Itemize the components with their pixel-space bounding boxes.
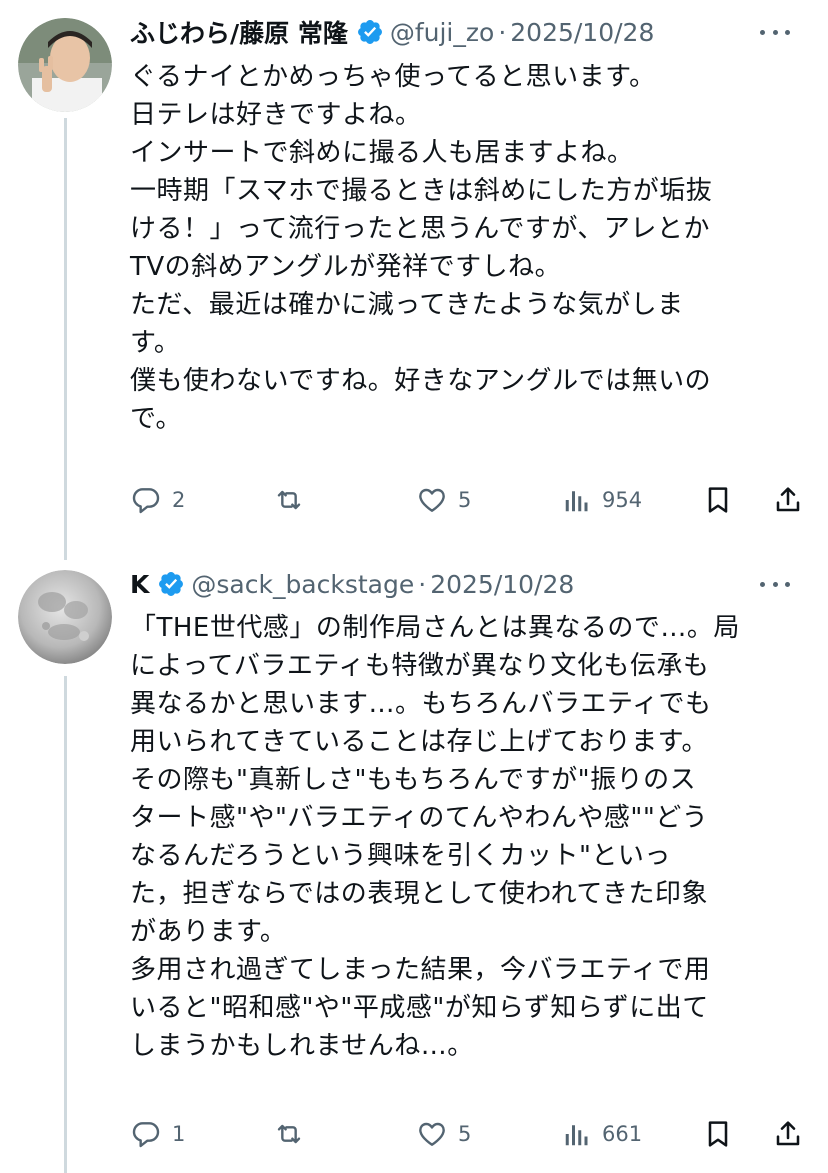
heart-icon — [419, 1122, 445, 1146]
like-count: 5 — [458, 488, 472, 512]
tweet-text-line: 「THE世代感」の制作局さんとは異なるので…。局 — [130, 613, 740, 643]
more-dots-icon[interactable] — [760, 20, 790, 44]
tweet-header: ふじわら/藤原 常隆 @fuji_zo · 2025/10/28 — [130, 12, 810, 52]
views-button[interactable]: 661 — [562, 1114, 642, 1154]
display-name[interactable]: K — [130, 570, 149, 599]
more-dots-icon[interactable] — [760, 572, 790, 596]
tweet-actions: 2 5 954 — [130, 480, 808, 520]
tweet-text-line: なるんだろうという興味を引くカット"といっ — [130, 841, 671, 871]
tweet-text-line: ただ、最近は確かに減ってきたような気がしま — [130, 290, 684, 320]
like-button[interactable]: 5 — [416, 1114, 471, 1154]
tweet-text-line: しまうかもしれませんね…。 — [130, 1031, 474, 1061]
share-icon — [776, 487, 800, 512]
reply-icon — [132, 1122, 160, 1148]
tweet-text-line: 僕も使わないですね。好きなアングルでは無いの — [130, 366, 712, 396]
user-handle[interactable]: @fuji_zo — [390, 18, 494, 47]
tweet-text-line: インサートで斜めに撮る人も居ますよね。 — [130, 138, 634, 168]
tweet-text: ぐるナイとかめっちゃ使ってると思います。 日テレは好きですよね。 インサートで斜… — [130, 58, 798, 438]
views-chart-icon — [565, 491, 588, 512]
verified-badge-icon — [157, 570, 185, 598]
timestamp[interactable]: 2025/10/28 — [430, 570, 574, 599]
avatar[interactable] — [18, 570, 112, 664]
tweet[interactable]: ふじわら/藤原 常隆 @fuji_zo · 2025/10/28 ぐるナイとかめ… — [0, 0, 828, 560]
tweet-text-line: 日テレは好きですよね。 — [130, 100, 422, 130]
tweet-text-line: タート感"や"バラエティのてんやわんや感""どう — [130, 803, 709, 833]
separator-dot: · — [498, 17, 507, 47]
bookmark-button[interactable] — [702, 480, 734, 520]
tweet-text-line: ける！」って流行ったと思うんですが、アレとか — [130, 214, 710, 244]
timestamp[interactable]: 2025/10/28 — [510, 18, 654, 47]
retweet-icon — [277, 1124, 301, 1144]
views-chart-icon — [565, 1125, 588, 1146]
like-count: 5 — [458, 1122, 472, 1146]
bookmark-button[interactable] — [702, 1114, 734, 1154]
tweet-header: K @sack_backstage · 2025/10/28 — [130, 564, 810, 604]
tweet-text-line: た，担ぎならではの表現として使われてきた印象 — [130, 879, 709, 909]
tweet-text-line: 多用され過ぎてしまった結果，今バラエティで用 — [130, 955, 711, 985]
separator-dot: · — [418, 569, 427, 599]
share-button[interactable] — [772, 480, 804, 520]
views-button[interactable]: 954 — [562, 480, 642, 520]
tweet-text-line: 一時期「スマホで撮るときは斜めにした方が垢抜 — [130, 176, 713, 206]
tweet-text-line: TVの斜めアングルが発祥ですしね。 — [130, 252, 562, 282]
heart-icon — [419, 488, 445, 512]
display-name[interactable]: ふじわら/藤原 常隆 — [130, 14, 348, 50]
tweet-text-line: す。 — [130, 328, 181, 358]
verified-badge-icon — [356, 18, 384, 46]
tweet-text-line: ぐるナイとかめっちゃ使ってると思います。 — [130, 62, 656, 92]
tweet-text-line: 用いられてきていることは存じ上げております。 — [130, 727, 709, 757]
retweet-button[interactable] — [272, 1114, 316, 1154]
bookmark-icon — [708, 487, 728, 513]
share-icon — [776, 1121, 800, 1146]
user-handle[interactable]: @sack_backstage — [191, 570, 414, 599]
reply-count: 1 — [172, 1122, 186, 1146]
tweet-text-line: があります。 — [130, 917, 287, 947]
share-button[interactable] — [772, 1114, 804, 1154]
reply-count: 2 — [172, 488, 186, 512]
retweet-icon — [277, 490, 301, 510]
avatar[interactable] — [18, 18, 112, 112]
reply-button[interactable]: 2 — [130, 480, 185, 520]
views-count: 661 — [602, 1122, 643, 1146]
tweet-text-line: その際も"真新しさ"ももちろんですが"振りのス — [130, 765, 697, 795]
reply-button[interactable]: 1 — [130, 1114, 185, 1154]
tweet-text-line: 異なるかと思います…。もちろんバラエティでも — [130, 689, 712, 719]
reply-icon — [132, 488, 160, 514]
views-count: 954 — [602, 488, 643, 512]
bookmark-icon — [708, 1121, 728, 1147]
tweet-text-line: いると"昭和感"や"平成感"が知らず知らずに出て — [130, 993, 709, 1023]
tweet-actions: 1 5 661 — [130, 1114, 808, 1154]
tweet-text-line: によってバラエティも特徴が異なり文化も伝承も — [130, 651, 710, 681]
retweet-button[interactable] — [272, 480, 316, 520]
tweet-text-line: で。 — [130, 404, 182, 434]
like-button[interactable]: 5 — [416, 480, 471, 520]
tweet[interactable]: K @sack_backstage · 2025/10/28 「THE世代感」の… — [0, 560, 828, 1173]
tweet-text: 「THE世代感」の制作局さんとは異なるので…。局 によってバラエティも特徴が異な… — [130, 609, 798, 1065]
